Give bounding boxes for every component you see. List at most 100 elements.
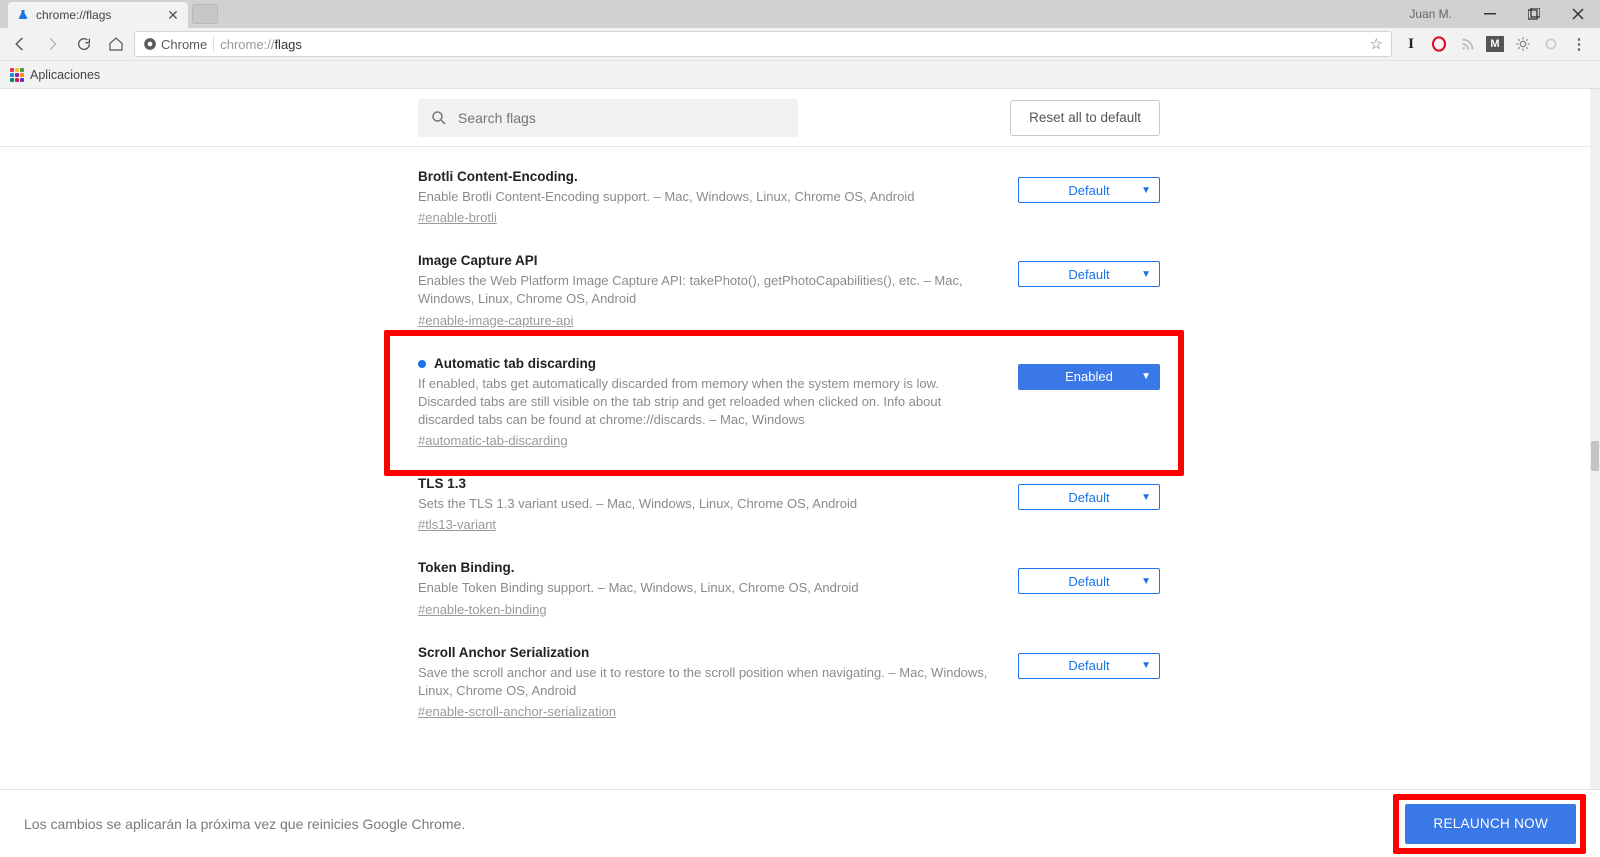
- flag-row: Automatic tab discarding If enabled, tabs…: [418, 346, 1160, 467]
- changed-dot-icon: [418, 360, 426, 368]
- flag-title: TLS 1.3: [418, 476, 998, 491]
- home-button[interactable]: [102, 30, 130, 58]
- flag-description: Enable Brotli Content-Encoding support. …: [418, 188, 998, 206]
- chevron-down-icon: ▼: [1141, 185, 1151, 196]
- relaunch-highlight: RELAUNCH NOW: [1405, 804, 1576, 844]
- tab-title: chrome://flags: [36, 8, 111, 22]
- page-content: Reset all to default Brotli Content-Enco…: [0, 89, 1590, 857]
- flag-select-value: Default: [1068, 267, 1109, 282]
- search-input[interactable]: [458, 110, 786, 126]
- reload-button[interactable]: [70, 30, 98, 58]
- reset-all-button[interactable]: Reset all to default: [1010, 100, 1160, 136]
- flag-row: Brotli Content-Encoding. Enable Brotli Co…: [418, 159, 1160, 243]
- flag-meta: Token Binding. Enable Token Binding suppo…: [418, 560, 998, 618]
- flag-select-wrap: Default▼: [1018, 476, 1160, 534]
- flags-header: Reset all to default: [0, 89, 1590, 147]
- bookmarks-apps-label[interactable]: Aplicaciones: [30, 68, 100, 82]
- chevron-down-icon: ▼: [1141, 371, 1151, 382]
- flag-anchor-link[interactable]: #enable-scroll-anchor-serialization: [418, 704, 616, 719]
- flag-anchor-link[interactable]: #enable-brotli: [418, 210, 497, 225]
- maximize-button[interactable]: [1512, 0, 1556, 28]
- flag-select[interactable]: Default ▼: [1018, 653, 1160, 679]
- flag-row: Scroll Anchor Serialization Save the scro…: [418, 635, 1160, 737]
- search-icon: [430, 109, 448, 127]
- close-tab-icon[interactable]: ✕: [166, 8, 180, 22]
- menu-button[interactable]: ⋮: [1570, 35, 1588, 53]
- flag-title: Brotli Content-Encoding.: [418, 169, 998, 184]
- browser-tab[interactable]: chrome://flags ✕: [8, 2, 188, 28]
- flag-row: Token Binding. Enable Token Binding suppo…: [418, 550, 1160, 634]
- scrollbar-thumb[interactable]: [1591, 441, 1599, 471]
- bookmarks-bar: Aplicaciones: [0, 61, 1600, 89]
- search-flags[interactable]: [418, 99, 798, 137]
- chevron-down-icon: ▼: [1141, 660, 1151, 671]
- flag-meta: Automatic tab discarding If enabled, tabs…: [418, 356, 998, 451]
- flag-title: Image Capture API: [418, 253, 998, 268]
- browser-titlebar: chrome://flags ✕ Juan M.: [0, 0, 1600, 28]
- flag-description: Save the scroll anchor and use it to res…: [418, 664, 998, 700]
- flask-icon: [16, 8, 30, 22]
- flag-select-wrap: Default ▼: [1018, 169, 1160, 227]
- new-tab-button[interactable]: [192, 4, 218, 24]
- chevron-down-icon: ▼: [1141, 492, 1151, 503]
- flag-row: TLS 1.3 Sets the TLS 1.3 variant used. – …: [418, 466, 1160, 550]
- flag-meta: TLS 1.3 Sets the TLS 1.3 variant used. – …: [418, 476, 998, 534]
- flag-title: Automatic tab discarding: [418, 356, 998, 371]
- chrome-icon: [143, 37, 157, 51]
- flag-anchor-link[interactable]: #enable-image-capture-api: [418, 313, 573, 328]
- window-controls: Juan M.: [1409, 0, 1600, 28]
- flag-select-wrap: Enabled ▼: [1018, 356, 1160, 451]
- flag-description: Enables the Web Platform Image Capture A…: [418, 272, 998, 308]
- flag-select-wrap: Default ▼: [1018, 645, 1160, 721]
- flag-anchor-link[interactable]: #tls13-variant: [418, 517, 496, 532]
- extension-icon-opera[interactable]: [1430, 35, 1448, 53]
- url-text: chrome://flags: [220, 37, 302, 52]
- flag-select-wrap: Default ▼: [1018, 253, 1160, 329]
- chevron-down-icon: ▼: [1141, 576, 1151, 587]
- site-identity[interactable]: Chrome: [143, 37, 207, 52]
- close-window-button[interactable]: [1556, 0, 1600, 28]
- extension-icon-i[interactable]: I: [1402, 35, 1420, 53]
- flag-row: Image Capture API Enables the Web Platfor…: [418, 243, 1160, 345]
- flag-meta: Brotli Content-Encoding. Enable Brotli Co…: [418, 169, 998, 227]
- flag-meta: Scroll Anchor Serialization Save the scro…: [418, 645, 998, 721]
- chevron-down-icon: ▼: [1141, 269, 1151, 280]
- flag-select[interactable]: Default▼: [1018, 484, 1160, 510]
- flag-select-value: Enabled: [1065, 369, 1113, 384]
- extension-icon-mail[interactable]: M: [1486, 36, 1504, 52]
- flag-description: Sets the TLS 1.3 variant used. – Mac, Wi…: [418, 495, 998, 513]
- flag-description: Enable Token Binding support. – Mac, Win…: [418, 579, 998, 597]
- flag-anchor-link[interactable]: #enable-token-binding: [418, 602, 547, 617]
- apps-icon[interactable]: [10, 68, 24, 82]
- address-bar[interactable]: Chrome chrome://flags ☆: [134, 31, 1392, 57]
- divider: [213, 36, 214, 52]
- flag-select[interactable]: Enabled ▼: [1018, 364, 1160, 390]
- scrollbar[interactable]: [1590, 89, 1600, 857]
- flag-select-value: Default: [1068, 658, 1109, 673]
- toolbar: Chrome chrome://flags ☆ I M ⋮: [0, 28, 1600, 61]
- flag-meta: Image Capture API Enables the Web Platfor…: [418, 253, 998, 329]
- minimize-button[interactable]: [1468, 0, 1512, 28]
- extension-icon-rss[interactable]: [1458, 35, 1476, 53]
- footer-message: Los cambios se aplicarán la próxima vez …: [24, 816, 465, 832]
- relaunch-footer: Los cambios se aplicarán la próxima vez …: [0, 789, 1600, 857]
- profile-name[interactable]: Juan M.: [1409, 7, 1452, 21]
- flag-select-value: Default: [1068, 574, 1109, 589]
- flag-anchor-link[interactable]: #automatic-tab-discarding: [418, 433, 568, 448]
- back-button[interactable]: [6, 30, 34, 58]
- flag-select[interactable]: Default ▼: [1018, 177, 1160, 203]
- flags-list: Brotli Content-Encoding. Enable Brotli Co…: [0, 147, 1590, 857]
- flag-select-value: Default: [1068, 183, 1109, 198]
- extension-icon-gear[interactable]: [1514, 35, 1532, 53]
- flag-title: Scroll Anchor Serialization: [418, 645, 998, 660]
- flag-title: Token Binding.: [418, 560, 998, 575]
- extension-icon-circle[interactable]: [1542, 35, 1560, 53]
- relaunch-button[interactable]: RELAUNCH NOW: [1405, 804, 1576, 844]
- flag-select-wrap: Default ▼: [1018, 560, 1160, 618]
- flag-select[interactable]: Default ▼: [1018, 568, 1160, 594]
- bookmark-star-icon[interactable]: ☆: [1370, 35, 1383, 53]
- flag-select[interactable]: Default ▼: [1018, 261, 1160, 287]
- site-identity-label: Chrome: [161, 37, 207, 52]
- flag-description: If enabled, tabs get automatically disca…: [418, 375, 998, 430]
- forward-button[interactable]: [38, 30, 66, 58]
